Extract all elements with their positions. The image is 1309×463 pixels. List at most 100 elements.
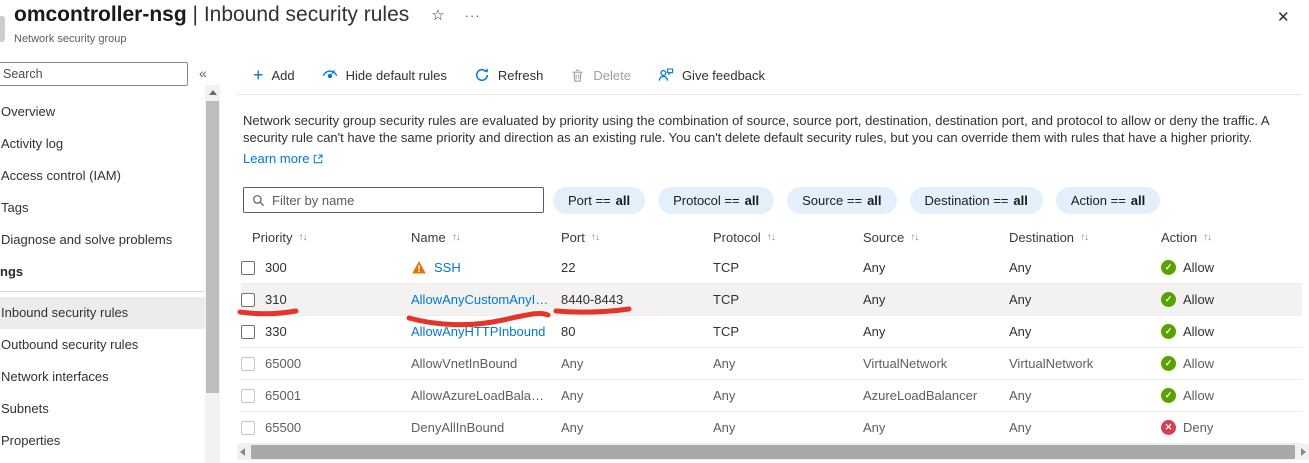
filter-pill-protocol[interactable]: Protocol ==all [658,187,774,214]
action-cell: ✓ Allow [1161,356,1302,371]
row-checkbox[interactable] [241,293,255,307]
sort-icon: ↑↓ [1203,232,1211,243]
filter-pill-port[interactable]: Port ==all [553,187,645,214]
external-link-icon [313,154,323,164]
action-cell: ✓ Allow [1161,388,1302,403]
collapse-sidebar-button[interactable]: « [199,65,207,81]
sidebar-item-subnets[interactable]: Subnets [0,393,205,425]
table-row[interactable]: 300 SSH 22 TCP Any Any ✓ Allow [241,252,1302,284]
search-input[interactable] [0,62,188,86]
filter-pill-destination[interactable]: Destination ==all [910,187,1043,214]
action-status-icon: ✓ [1161,356,1176,371]
feedback-person-icon [658,67,674,83]
sidebar-scrollbar[interactable] [205,85,220,463]
table-row[interactable]: 65001 AllowAzureLoadBalan… Any Any Azure… [241,380,1302,412]
hide-default-rules-label: Hide default rules [346,68,447,83]
scroll-up-icon[interactable] [205,85,220,100]
priority-cell: 330 [265,324,411,339]
more-options-icon[interactable]: ··· [465,8,481,23]
rule-name-link[interactable]: SSH [434,260,461,275]
sidebar-item-tags[interactable]: Tags [0,192,205,224]
sort-icon: ↑↓ [767,232,775,243]
sidebar-scrollbar-thumb[interactable] [206,101,219,393]
protocol-cell: Any [713,388,863,403]
delete-label: Delete [593,68,631,83]
port-cell: Any [561,356,713,371]
action-status-icon: ✓ [1161,292,1176,307]
rule-name-link: AllowVnetInBound [411,356,517,371]
scroll-left-icon[interactable] [240,448,245,456]
filter-by-name-box [243,187,544,213]
row-checkbox[interactable] [241,261,255,275]
sidebar-item-inbound-security-rules[interactable]: Inbound security rules [0,297,205,329]
row-checkbox[interactable] [241,357,255,371]
source-cell: Any [863,420,1009,435]
rule-name-link[interactable]: AllowAnyCustomAnyI… [411,292,548,307]
column-header-name[interactable]: Name↑↓ [411,230,561,245]
destination-cell: Any [1009,388,1161,403]
action-cell: ✓ Allow [1161,292,1302,307]
refresh-button[interactable]: Refresh [474,67,544,83]
protocol-cell: Any [713,356,863,371]
sidebar-item-diagnose[interactable]: Diagnose and solve problems [0,224,205,256]
sidebar-item-properties[interactable]: Properties [0,425,205,457]
scroll-right-icon[interactable] [1301,448,1306,456]
close-icon[interactable]: ✕ [1277,8,1290,26]
hide-default-rules-button[interactable]: Hide default rules [322,67,447,83]
horizontal-scrollbar-thumb[interactable] [251,445,1295,459]
table-row[interactable]: 310 AllowAnyCustomAnyI… 8440-8443 TCP An… [241,284,1302,316]
sidebar-item-access-control[interactable]: Access control (IAM) [0,160,205,192]
column-header-priority[interactable]: Priority↑↓ [252,230,411,245]
action-cell: ✕ Deny [1161,420,1302,435]
sort-icon: ↑↓ [1080,232,1088,243]
port-cell: 8440-8443 [561,292,713,307]
sidebar-item-activity-log[interactable]: Activity log [0,128,205,160]
trash-icon [570,68,585,83]
priority-cell: 300 [265,260,411,275]
rule-name-link: DenyAllInBound [411,420,504,435]
delete-button[interactable]: Delete [570,68,631,83]
source-cell: AzureLoadBalancer [863,388,1009,403]
description-block: Network security group security rules ar… [243,112,1301,167]
table-row[interactable]: 65500 DenyAllInBound Any Any Any Any ✕ D… [241,412,1302,444]
row-checkbox[interactable] [241,421,255,435]
column-header-port[interactable]: Port↑↓ [561,230,713,245]
filter-pill-source[interactable]: Source ==all [787,187,896,214]
search-icon [252,194,265,207]
source-cell: Any [863,260,1009,275]
priority-cell: 65001 [265,388,411,403]
favorite-star-icon[interactable]: ☆ [431,6,444,24]
filter-by-name-input[interactable] [272,193,535,208]
give-feedback-label: Give feedback [682,68,765,83]
rule-name-link: AllowAzureLoadBalan… [411,388,551,403]
divider [0,291,205,292]
destination-cell: Any [1009,420,1161,435]
destination-cell: Any [1009,260,1161,275]
description-text: Network security group security rules ar… [243,113,1269,145]
sidebar-item-outbound-security-rules[interactable]: Outbound security rules [0,329,205,361]
sidebar-section-settings-partial: ngs [0,256,205,288]
add-button[interactable]: + Add [253,67,295,83]
sidebar-item-network-interfaces[interactable]: Network interfaces [0,361,205,393]
destination-cell: Any [1009,292,1161,307]
sidebar-item-overview[interactable]: Overview [0,96,205,128]
table-row[interactable]: 330 AllowAnyHTTPInbound 80 TCP Any Any ✓… [241,316,1302,348]
filter-pills: Port ==all Protocol ==all Source ==all D… [553,187,1160,214]
filter-pill-action[interactable]: Action ==all [1056,187,1160,214]
give-feedback-button[interactable]: Give feedback [658,67,765,83]
row-checkbox[interactable] [241,325,255,339]
sort-icon: ↑↓ [910,232,918,243]
row-checkbox[interactable] [241,389,255,403]
column-header-protocol[interactable]: Protocol↑↓ [713,230,863,245]
add-icon: + [253,67,264,83]
learn-more-link[interactable]: Learn more [243,150,323,167]
action-label: Allow [1183,356,1214,371]
table-row[interactable]: 65000 AllowVnetInBound Any Any VirtualNe… [241,348,1302,380]
name-cell: AllowAzureLoadBalan… [411,388,561,403]
horizontal-scrollbar[interactable] [237,444,1309,460]
action-status-icon: ✓ [1161,388,1176,403]
column-header-source[interactable]: Source↑↓ [863,230,1009,245]
column-header-destination[interactable]: Destination↑↓ [1009,230,1161,245]
rule-name-link[interactable]: AllowAnyHTTPInbound [411,324,545,339]
column-header-action[interactable]: Action↑↓ [1161,230,1302,245]
